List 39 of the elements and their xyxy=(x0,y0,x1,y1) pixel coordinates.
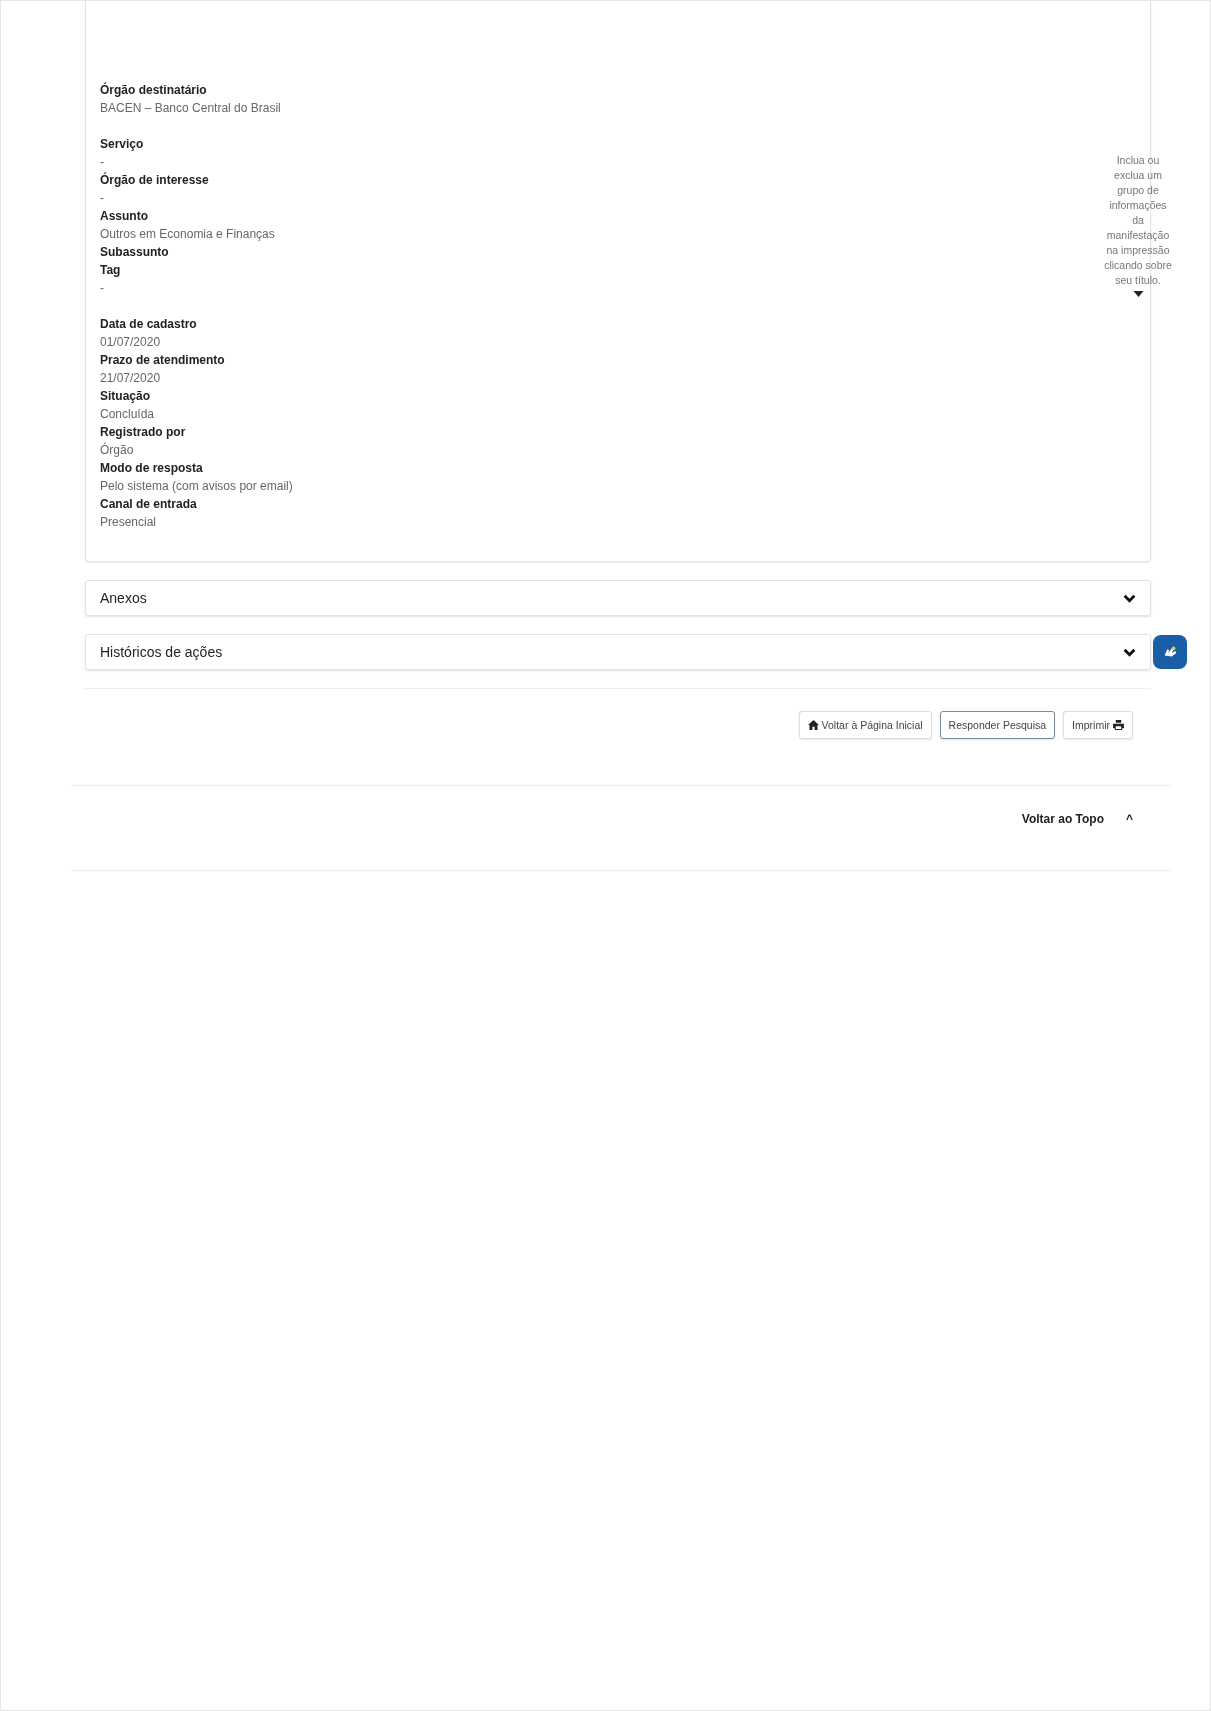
chevron-icon xyxy=(1123,593,1136,603)
field-label: Órgão de interesse xyxy=(100,171,210,189)
field-label: Órgão destinatário xyxy=(100,81,208,99)
field-value: - xyxy=(100,154,105,171)
field-label: Serviço xyxy=(100,136,145,153)
back-to-top-link[interactable]: Voltar ao Topo xyxy=(1021,812,1104,826)
field-value: 21/07/2020 xyxy=(100,370,162,387)
chevron-icon xyxy=(1123,647,1136,657)
print-hint: Inclua ou exclua um grupo de informações da manifestação na impressão clicando sobre seu título. xyxy=(1104,153,1172,288)
field-value: 01/07/2020 xyxy=(100,334,162,351)
up-arrow: ^ xyxy=(1126,812,1133,826)
field-label: Canal de entrada xyxy=(100,496,198,513)
field-label: Registrado por xyxy=(100,424,187,441)
field-label: Assunto xyxy=(100,208,149,225)
accessibility-button[interactable] xyxy=(1153,635,1187,669)
field-label: Modo de resposta xyxy=(100,460,204,477)
accordion-panel[interactable]: Anexos xyxy=(85,580,1151,616)
accordion-panel[interactable]: Históricos de ações xyxy=(85,634,1151,670)
field-label: Subassunto xyxy=(100,244,170,261)
field-value: - xyxy=(100,190,105,207)
field-value: Presencial xyxy=(100,514,158,531)
field-value: - xyxy=(100,280,105,297)
field-label: Tag xyxy=(100,262,122,279)
field-value: Pelo sistema (com avisos por email) xyxy=(100,478,293,495)
field-value: Concluída xyxy=(100,406,156,423)
field-label: Data de cadastro xyxy=(100,316,198,333)
field-label: Prazo de atendimento xyxy=(100,352,226,369)
field-value: Órgão xyxy=(100,441,135,459)
home-button[interactable]: Voltar à Página Inicial xyxy=(798,711,932,739)
home-icon xyxy=(807,720,819,730)
printer-icon xyxy=(1113,720,1124,730)
panel-title: Anexos xyxy=(100,590,147,606)
field-label: Situação xyxy=(100,388,151,405)
field-value: BACEN – Banco Central do Brasil xyxy=(100,100,282,117)
panel-title: Históricos de ações xyxy=(100,644,223,660)
survey-button[interactable]: Responder Pesquisa xyxy=(939,711,1056,739)
caret-icon xyxy=(1132,291,1144,297)
print-button[interactable]: Imprimir xyxy=(1063,711,1133,739)
field-value: Outros em Economia e Finanças xyxy=(100,226,276,243)
